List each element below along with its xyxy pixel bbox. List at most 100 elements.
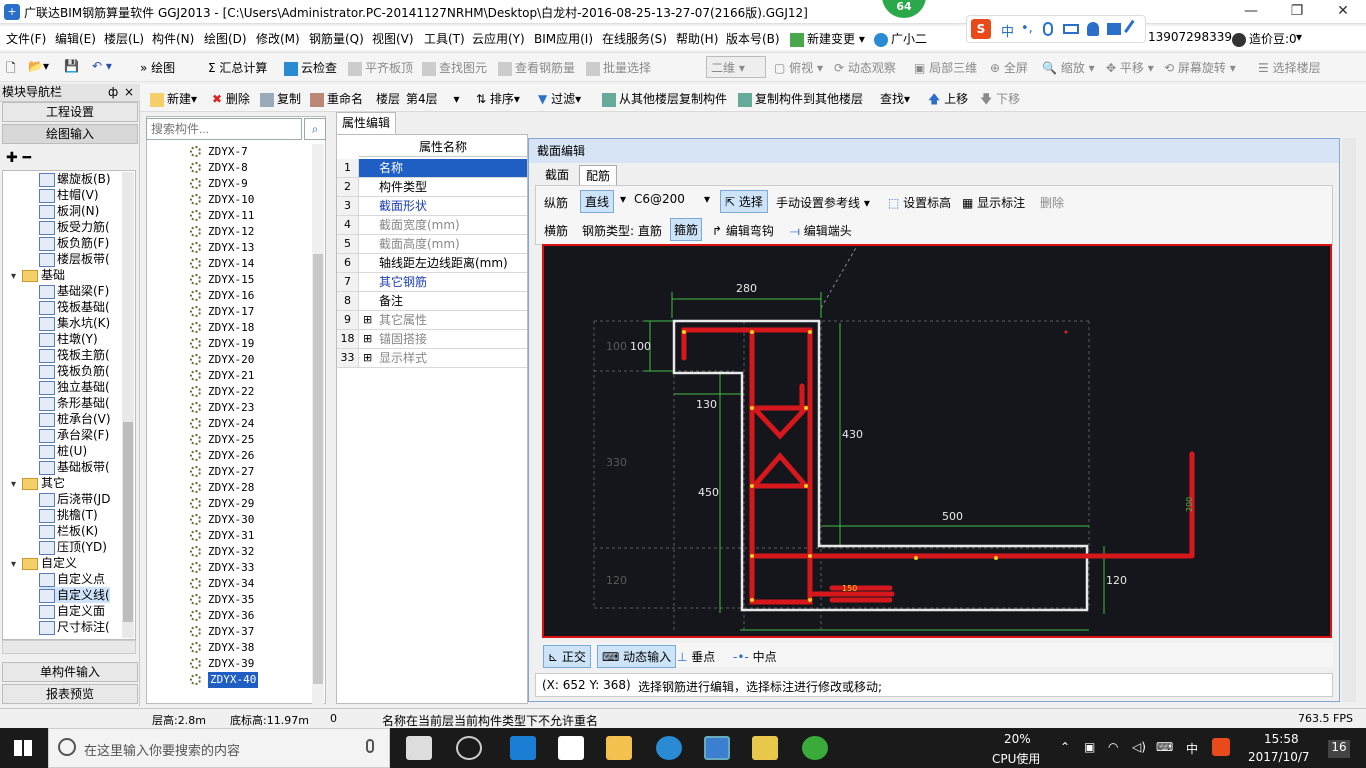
straight-line-button[interactable]: 直线 <box>580 190 615 213</box>
batch-select-button[interactable]: 批量选择 <box>586 59 651 76</box>
list-item[interactable]: ZDYX-23 <box>186 400 256 416</box>
list-item[interactable]: ZDYX-38 <box>186 640 256 656</box>
menu-draw[interactable]: 绘图(D) <box>204 30 247 47</box>
open-file-icon[interactable]: 📂▾ <box>28 59 49 73</box>
notes-app-icon[interactable] <box>752 736 778 760</box>
select-floor-button[interactable]: ☰ 选择楼层 <box>1258 59 1321 76</box>
menu-online[interactable]: 在线服务(S) <box>602 30 667 47</box>
ie-browser-icon[interactable] <box>656 736 682 760</box>
minimize-button[interactable]: — <box>1228 0 1274 24</box>
list-item[interactable]: ZDYX-29 <box>186 496 256 512</box>
list-item[interactable]: ZDYX-13 <box>186 240 256 256</box>
ime-mode[interactable]: 中 <box>1186 740 1198 757</box>
midpoint-snap-button[interactable]: -•- 中点 <box>733 648 777 665</box>
tree-item[interactable]: 后浇带(JD <box>39 491 110 507</box>
user-icon[interactable] <box>1087 22 1099 36</box>
tree-item[interactable]: 自定义面 <box>39 603 105 619</box>
list-item[interactable]: ZDYX-17 <box>186 304 256 320</box>
clock-time[interactable]: 15:58 <box>1264 732 1299 746</box>
project-settings-button[interactable]: 工程设置 <box>2 102 138 122</box>
tree-item[interactable]: 板洞(N) <box>39 203 99 219</box>
edge-browser-icon[interactable] <box>510 736 536 760</box>
tree-item[interactable]: 压顶(YD) <box>39 539 107 555</box>
single-component-input-button[interactable]: 单构件输入 <box>2 662 138 682</box>
tab-property-edit[interactable]: 属性编辑 <box>336 112 396 134</box>
expand-icon[interactable]: ⊞ <box>363 349 372 367</box>
component-search-input[interactable] <box>146 118 302 140</box>
list-scroll-thumb[interactable] <box>313 254 323 684</box>
tree-item[interactable]: 条形基础( <box>39 395 110 411</box>
edit-end-button[interactable]: ⟞ 编辑端头 <box>790 222 852 239</box>
line-dropdown-icon[interactable]: ▾ <box>620 192 626 206</box>
store-icon[interactable] <box>558 736 584 760</box>
property-row[interactable]: 3 截面形状 <box>337 197 527 216</box>
ime-chinese[interactable]: 中 <box>1001 21 1014 40</box>
expander-icon[interactable]: ▾ <box>11 557 20 573</box>
app-spiral-icon[interactable] <box>456 736 482 760</box>
menu-view[interactable]: 视图(V) <box>372 30 414 47</box>
new-file-icon[interactable]: 🗋 <box>6 59 16 80</box>
pan-button[interactable]: ✥ 平移 ▾ <box>1106 59 1154 76</box>
list-item[interactable]: ZDYX-8 <box>186 160 256 176</box>
list-item[interactable]: ZDYX-26 <box>186 448 256 464</box>
view-mode-select[interactable]: 二维 ▾ <box>706 56 766 78</box>
menu-component[interactable]: 构件(N) <box>152 30 194 47</box>
tray-up-icon[interactable]: ⌃ <box>1060 740 1070 754</box>
list-item[interactable]: ZDYX-32 <box>186 544 256 560</box>
expand-icon[interactable]: ⊞ <box>363 330 372 348</box>
tree-item[interactable]: 自定义点 <box>39 571 105 587</box>
tree-item[interactable]: 承台梁(F) <box>39 427 109 443</box>
menu-new-change[interactable]: 新建变更 ▾ <box>790 30 865 47</box>
menu-file[interactable]: 文件(F) <box>6 30 46 47</box>
list-item[interactable]: ZDYX-7 <box>186 144 256 160</box>
tree-item[interactable]: 基础板带( <box>39 459 110 475</box>
view-rebar-button[interactable]: 查看钢筋量 <box>498 59 575 76</box>
tree-scrollbar[interactable] <box>122 172 134 638</box>
perpendicular-snap-button[interactable]: ⊥ 垂点 <box>677 648 715 665</box>
search-icon[interactable]: ⌕ <box>304 118 326 140</box>
expander-icon[interactable]: ▾ <box>11 477 20 493</box>
property-row[interactable]: 18 ⊞ 锚固搭接 <box>337 330 527 349</box>
set-elevation-button[interactable]: ⬚ 设置标高 <box>888 194 951 211</box>
menu-guangxiaoer[interactable]: 广小二 <box>874 30 927 47</box>
keyboard-icon[interactable] <box>1063 24 1079 34</box>
panel-close-icon[interactable]: × <box>124 84 134 101</box>
windows-start-icon[interactable] <box>14 740 32 756</box>
copy-from-floor-button[interactable]: 从其他楼层复制构件 <box>602 90 727 107</box>
restore-button[interactable]: ❐ <box>1274 0 1320 24</box>
tree-hscrollbar[interactable] <box>2 640 136 654</box>
property-row[interactable]: 8 备注 <box>337 292 527 311</box>
tree-item[interactable]: 柱墩(Y) <box>39 331 98 347</box>
summary-calc-button[interactable]: Σ 汇总计算 <box>208 59 267 76</box>
property-row[interactable]: 33 ⊞ 显示样式 <box>337 349 527 368</box>
cortana-icon[interactable] <box>58 738 76 756</box>
floor-select[interactable]: 第4层 ▾ <box>406 90 468 107</box>
tree-item[interactable]: 独立基础( <box>39 379 110 395</box>
task-view-icon[interactable] <box>406 736 432 760</box>
ortho-button[interactable]: ⊾ 正交 <box>543 645 591 668</box>
property-row[interactable]: 5 截面高度(mm) <box>337 235 527 254</box>
keyboard-tray-icon[interactable]: ⌨ <box>1156 740 1173 754</box>
tree-item[interactable]: 栏板(K) <box>39 523 98 539</box>
tree-item[interactable]: 尺寸标注( <box>39 619 110 635</box>
skin-icon[interactable] <box>1107 23 1121 35</box>
expand-icon[interactable]: ⊞ <box>363 311 372 329</box>
expander-icon[interactable]: ▾ <box>11 269 20 285</box>
fullscreen-button[interactable]: ⊕ 全屏 <box>990 59 1028 76</box>
tree-item[interactable]: 桩(U) <box>39 443 87 459</box>
rebar-spec-select[interactable]: C6@200 ▾ <box>634 192 716 206</box>
menu-tools[interactable]: 工具(T) <box>424 30 465 47</box>
rename-component-button[interactable]: 重命名 <box>310 90 363 107</box>
list-item[interactable]: ZDYX-28 <box>186 480 256 496</box>
draw-button[interactable]: » 绘图 <box>140 59 175 76</box>
zoom-button[interactable]: 🔍 缩放 ▾ <box>1042 59 1095 76</box>
list-item[interactable]: ZDYX-36 <box>186 608 256 624</box>
find-element-button[interactable]: 查找图元 <box>422 59 487 76</box>
menu-rebar[interactable]: 钢筋量(Q) <box>309 30 364 47</box>
edit-hook-button[interactable]: ↱ 编辑弯钩 <box>712 222 774 239</box>
pin-icon[interactable]: ф <box>108 84 118 101</box>
list-item[interactable]: ZDYX-39 <box>186 656 256 672</box>
list-item[interactable]: ZDYX-12 <box>186 224 256 240</box>
tree-item[interactable]: 筏板基础( <box>39 299 110 315</box>
right-scrollbar[interactable] <box>1342 138 1356 702</box>
